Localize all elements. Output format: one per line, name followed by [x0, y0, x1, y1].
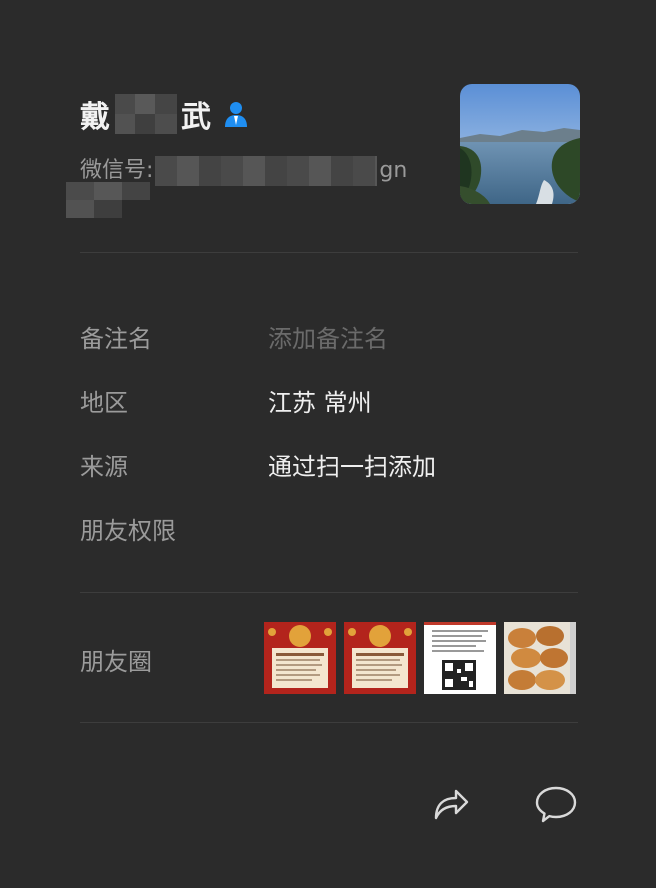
share-button[interactable] — [428, 782, 472, 826]
row-remark[interactable]: 备注名 添加备注名 — [80, 316, 580, 356]
contact-avatar[interactable] — [460, 84, 580, 204]
remark-label: 备注名 — [80, 324, 152, 353]
divider-top — [80, 252, 578, 253]
moments-thumb-poster-2[interactable] — [344, 622, 416, 694]
message-button[interactable] — [534, 782, 578, 826]
contact-profile-card: 戴 武 微信号: gn 备注名 添加备注名 地区 江苏 常州 来源 通过扫一扫添… — [0, 0, 656, 888]
wechat-id: 微信号: gn — [80, 152, 407, 186]
contact-name-last: 武 — [181, 100, 211, 135]
row-permissions[interactable]: 朋友权限 — [80, 508, 580, 548]
remark-input[interactable]: 添加备注名 — [268, 319, 388, 354]
region-label: 地区 — [80, 388, 128, 417]
moments-label[interactable]: 朋友圈 — [80, 642, 152, 677]
row-region: 地区 江苏 常州 — [80, 380, 580, 420]
moments-thumbnails[interactable] — [264, 622, 576, 694]
moments-thumb-food[interactable] — [504, 622, 576, 694]
chat-bubble-icon — [535, 786, 577, 823]
pixelated-name-mask — [115, 94, 177, 134]
region-value: 江苏 常州 — [268, 388, 372, 417]
wechat-id-prefix: 微信号: — [80, 158, 154, 183]
moments-thumb-qr-notice[interactable] — [424, 622, 496, 694]
qr-notice-image — [424, 622, 496, 694]
share-icon — [434, 789, 469, 820]
source-label: 来源 — [80, 452, 128, 481]
contact-name-row: 戴 武 — [80, 92, 251, 136]
male-person-icon — [225, 102, 247, 127]
source-value: 通过扫一扫添加 — [268, 452, 436, 481]
red-poster-image — [344, 622, 416, 694]
moments-thumb-poster-1[interactable] — [264, 622, 336, 694]
permissions-label[interactable]: 朋友权限 — [80, 511, 268, 546]
contact-name-first: 戴 — [80, 100, 111, 135]
pixelated-id-mask-line2 — [66, 182, 150, 218]
fried-buns-image — [504, 622, 576, 694]
pixelated-id-mask — [155, 156, 378, 186]
divider-middle — [80, 592, 578, 593]
red-poster-image — [264, 622, 336, 694]
row-source: 来源 通过扫一扫添加 — [80, 444, 580, 484]
lake-landscape-avatar — [460, 84, 580, 204]
wechat-id-suffix: gn — [379, 158, 408, 183]
divider-bottom — [80, 722, 578, 723]
